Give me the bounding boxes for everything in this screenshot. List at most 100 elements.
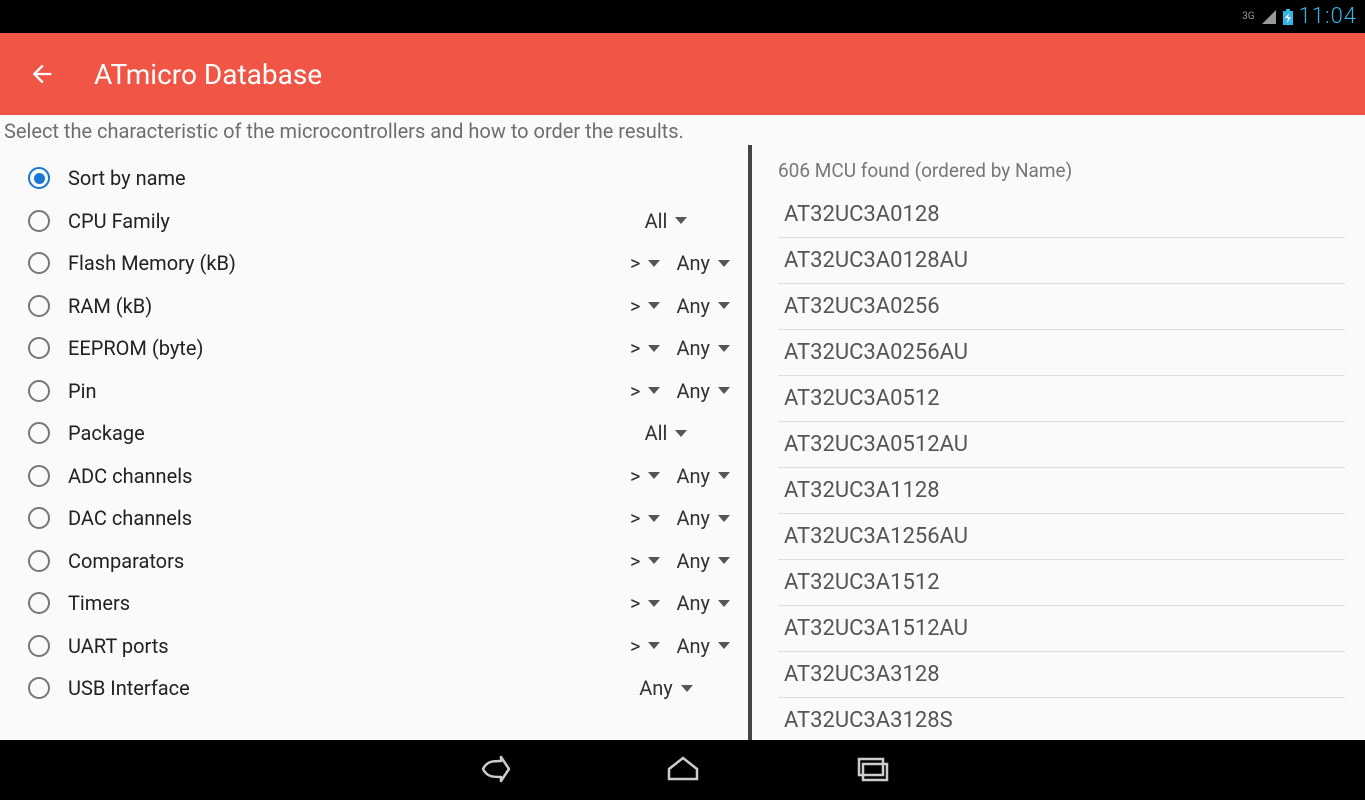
- filter-radio[interactable]: [28, 507, 50, 529]
- filter-controls: >Any: [616, 464, 736, 488]
- filter-label: CPU Family: [68, 209, 596, 233]
- filter-row: RAM (kB)>Any: [28, 285, 736, 328]
- filter-dropdown[interactable]: Any: [670, 506, 736, 530]
- filter-dropdown[interactable]: Any: [596, 676, 736, 700]
- dropdown-value: Any: [639, 676, 673, 700]
- filter-radio[interactable]: [28, 337, 50, 359]
- result-item[interactable]: AT32UC3A1512: [778, 560, 1345, 606]
- result-item[interactable]: AT32UC3A0128AU: [778, 238, 1345, 284]
- result-item[interactable]: AT32UC3A3128: [778, 652, 1345, 698]
- dropdown-value: Any: [676, 549, 710, 573]
- filter-controls: Any: [596, 676, 736, 700]
- filter-dropdown[interactable]: >: [616, 294, 666, 318]
- caret-down-icon: [718, 260, 730, 267]
- filter-dropdown[interactable]: >: [616, 549, 666, 573]
- filter-controls: > Any: [616, 634, 736, 658]
- app-bar: ATmicro Database: [0, 33, 1365, 115]
- filter-row: Flash Memory (kB)>Any: [28, 242, 736, 285]
- filter-radio[interactable]: [28, 380, 50, 402]
- result-item[interactable]: AT32UC3A0512: [778, 376, 1345, 422]
- filter-dropdown[interactable]: Any: [670, 336, 736, 360]
- result-item[interactable]: AT32UC3A3128S: [778, 698, 1345, 740]
- filter-dropdown[interactable]: >: [616, 634, 666, 658]
- filter-radio[interactable]: [28, 677, 50, 699]
- filter-dropdown[interactable]: Any: [670, 379, 736, 403]
- back-button[interactable]: [28, 60, 56, 88]
- caret-down-icon: [718, 472, 730, 479]
- filter-row: EEPROM (byte)>Any: [28, 327, 736, 370]
- filter-dropdown[interactable]: >: [616, 464, 666, 488]
- filter-controls: > Any: [616, 549, 736, 573]
- filter-radio[interactable]: [28, 252, 50, 274]
- result-item[interactable]: AT32UC3A1128: [778, 468, 1345, 514]
- filter-dropdown[interactable]: Any: [670, 549, 736, 573]
- caret-down-icon: [675, 217, 687, 224]
- filter-controls: All: [596, 421, 736, 445]
- caret-down-icon: [648, 642, 660, 649]
- filter-dropdown[interactable]: All: [596, 421, 736, 445]
- nav-home-button[interactable]: [663, 755, 703, 783]
- caret-down-icon: [648, 387, 660, 394]
- dropdown-value: >: [630, 379, 640, 403]
- signal-icon: [1261, 9, 1277, 25]
- filter-radio[interactable]: [28, 465, 50, 487]
- filter-row: Comparators>Any: [28, 540, 736, 583]
- filter-radio[interactable]: [28, 550, 50, 572]
- filter-radio[interactable]: [28, 635, 50, 657]
- caret-down-icon: [675, 430, 687, 437]
- filter-dropdown[interactable]: Any: [670, 634, 736, 658]
- filter-controls: > Any: [616, 506, 736, 530]
- battery-icon: [1283, 9, 1293, 25]
- result-item[interactable]: AT32UC3A1512AU: [778, 606, 1345, 652]
- filter-radio[interactable]: [28, 422, 50, 444]
- result-item[interactable]: AT32UC3A1256AU: [778, 514, 1345, 560]
- filter-dropdown[interactable]: >: [616, 379, 666, 403]
- result-item[interactable]: AT32UC3A0512AU: [778, 422, 1345, 468]
- caret-down-icon: [718, 345, 730, 352]
- filter-label: UART ports: [68, 634, 616, 658]
- filter-controls: >Any: [616, 336, 736, 360]
- filter-label: Pin: [68, 379, 616, 403]
- filter-controls: All: [596, 209, 736, 233]
- result-item[interactable]: AT32UC3A0256AU: [778, 330, 1345, 376]
- caret-down-icon: [718, 515, 730, 522]
- caret-down-icon: [718, 642, 730, 649]
- filter-row: UART ports > Any: [28, 625, 736, 668]
- dropdown-value: >: [630, 634, 640, 658]
- filter-radio[interactable]: [28, 295, 50, 317]
- result-item[interactable]: AT32UC3A0128: [778, 192, 1345, 238]
- filter-dropdown[interactable]: Any: [670, 294, 736, 318]
- filter-radio[interactable]: [28, 210, 50, 232]
- app-title: ATmicro Database: [94, 58, 322, 91]
- dropdown-value: Any: [676, 634, 710, 658]
- filter-dropdown[interactable]: All: [596, 209, 736, 233]
- filter-dropdown[interactable]: Any: [670, 251, 736, 275]
- filter-label: Package: [68, 421, 596, 445]
- dropdown-value: Any: [676, 294, 710, 318]
- filter-row: USB InterfaceAny: [28, 667, 736, 710]
- caret-down-icon: [648, 515, 660, 522]
- network-3g-indicator: 3G: [1242, 11, 1254, 22]
- filter-radio[interactable]: [28, 167, 50, 189]
- caret-down-icon: [718, 600, 730, 607]
- caret-down-icon: [648, 302, 660, 309]
- caret-down-icon: [648, 472, 660, 479]
- filter-row: Pin > Any: [28, 370, 736, 413]
- filter-dropdown[interactable]: >: [616, 591, 666, 615]
- filter-dropdown[interactable]: >: [616, 336, 666, 360]
- nav-recent-button[interactable]: [853, 755, 893, 783]
- caret-down-icon: [648, 557, 660, 564]
- caret-down-icon: [648, 600, 660, 607]
- dropdown-value: All: [645, 421, 668, 445]
- filter-controls: >Any: [616, 591, 736, 615]
- dropdown-value: >: [630, 251, 640, 275]
- filter-dropdown[interactable]: >: [616, 506, 666, 530]
- nav-back-button[interactable]: [473, 755, 513, 783]
- clock-time: 11:04: [1299, 4, 1357, 29]
- filter-dropdown[interactable]: Any: [670, 591, 736, 615]
- filter-radio[interactable]: [28, 592, 50, 614]
- dropdown-value: >: [630, 506, 640, 530]
- result-item[interactable]: AT32UC3A0256: [778, 284, 1345, 330]
- filter-dropdown[interactable]: Any: [670, 464, 736, 488]
- filter-dropdown[interactable]: >: [616, 251, 666, 275]
